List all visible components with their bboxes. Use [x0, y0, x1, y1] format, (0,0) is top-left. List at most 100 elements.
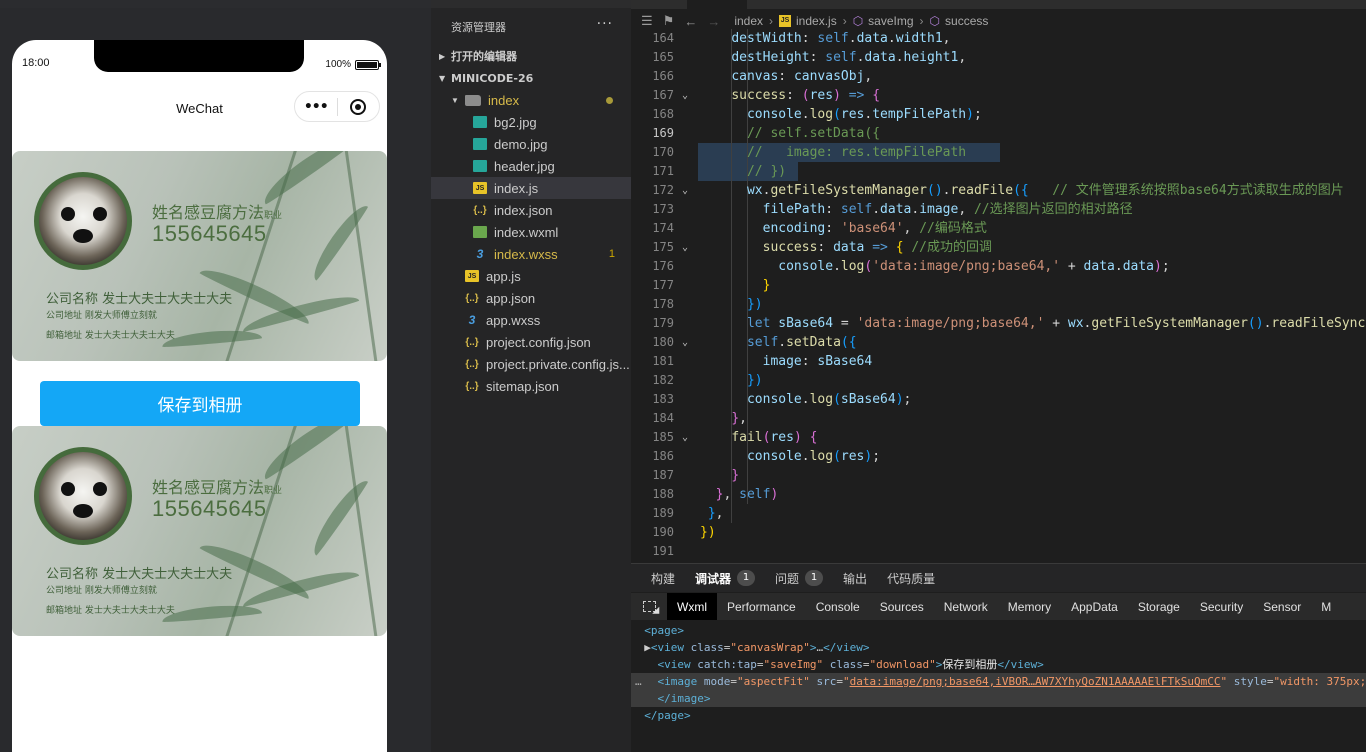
- panel-tabs: 构建 调试器 1 问题 1 输出 代码质量: [631, 564, 1366, 592]
- code-line[interactable]: 172 ⌄ wx.getFileSystemManager().readFile(…: [631, 181, 1366, 200]
- devtools-tab[interactable]: M: [1311, 593, 1341, 620]
- code-line[interactable]: 174 encoding: 'base64', //编码格式: [631, 219, 1366, 238]
- file-item[interactable]: 3 index.wxss 1: [431, 243, 631, 265]
- code-line[interactable]: 183 console.log(sBase64);: [631, 390, 1366, 409]
- code-line[interactable]: 167 ⌄ success: (res) => {: [631, 86, 1366, 105]
- node-menu-icon[interactable]: …: [635, 673, 642, 690]
- code-line[interactable]: 164 destWidth: self.data.width1,: [631, 29, 1366, 48]
- code-line[interactable]: 181 image: sBase64: [631, 352, 1366, 371]
- wxml-tree[interactable]: <page> ▶<view class="canvasWrap">…</view…: [631, 622, 1366, 724]
- folder-icon: [465, 94, 481, 106]
- list-icon[interactable]: ☰: [641, 13, 653, 29]
- project-section[interactable]: ▼ MINICODE-26: [431, 67, 631, 89]
- wxml-node[interactable]: <view catch:tap="saveImg" class="downloa…: [631, 656, 1366, 673]
- line-number: 167: [652, 88, 674, 102]
- fold-chevron-icon[interactable]: ⌄: [682, 333, 688, 352]
- back-arrow-icon[interactable]: ←: [684, 14, 697, 29]
- forward-arrow-icon[interactable]: →: [707, 14, 720, 29]
- file-item[interactable]: {..} sitemap.json: [431, 375, 631, 397]
- code-line[interactable]: 171 // }): [631, 162, 1366, 181]
- code-line[interactable]: 177 }: [631, 276, 1366, 295]
- code-line[interactable]: 187 }: [631, 466, 1366, 485]
- code-line[interactable]: 168 console.log(res.tempFilePath);: [631, 105, 1366, 124]
- chevron-right-icon: ›: [769, 14, 773, 28]
- panel-tab[interactable]: 代码质量: [887, 570, 935, 587]
- devtools-tab[interactable]: Storage: [1128, 593, 1190, 620]
- code-line[interactable]: 188 }, self): [631, 485, 1366, 504]
- wxml-node[interactable]: ▶<view class="canvasWrap">…</view>: [631, 639, 1366, 656]
- more-dots-icon[interactable]: •••: [295, 99, 337, 115]
- code-line[interactable]: 165 destHeight: self.data.height1,: [631, 48, 1366, 67]
- inspect-element-icon[interactable]: [631, 593, 667, 620]
- panel-tab[interactable]: 调试器 1: [695, 570, 756, 587]
- code-line[interactable]: 180 ⌄ self.setData({: [631, 333, 1366, 352]
- fold-chevron-icon[interactable]: ⌄: [682, 86, 688, 105]
- code-line[interactable]: 185 ⌄ fail(res) {: [631, 428, 1366, 447]
- devtools-tab[interactable]: Console: [806, 593, 870, 620]
- wxml-node[interactable]: </image>: [631, 690, 1366, 707]
- panel-tab[interactable]: 问题 1: [775, 570, 824, 587]
- code-line[interactable]: 178 }): [631, 295, 1366, 314]
- devtools-tab[interactable]: Sensor: [1253, 593, 1311, 620]
- panel-tab[interactable]: 构建: [651, 570, 675, 587]
- file-item[interactable]: JS app.js: [431, 265, 631, 287]
- file-item[interactable]: demo.jpg: [431, 133, 631, 155]
- code-line[interactable]: 189 },: [631, 504, 1366, 523]
- file-item[interactable]: JS index.js: [431, 177, 631, 199]
- bamboo-stem: [342, 151, 379, 361]
- panel-tab[interactable]: 输出: [843, 570, 867, 587]
- file-item[interactable]: {..} project.config.json: [431, 331, 631, 353]
- code-line[interactable]: 191: [631, 542, 1366, 561]
- devtools-tab[interactable]: Performance: [717, 593, 806, 620]
- code-line[interactable]: 170 // image: res.tempFilePath: [631, 143, 1366, 162]
- line-number: 172: [652, 183, 674, 197]
- breadcrumb-symbol[interactable]: success: [945, 14, 988, 28]
- devtools-tab[interactable]: Network: [934, 593, 998, 620]
- code-line[interactable]: 182 }): [631, 371, 1366, 390]
- line-number: 187: [652, 468, 674, 482]
- breadcrumb-method[interactable]: saveImg: [868, 14, 913, 28]
- code-line[interactable]: 173 filePath: self.data.image, //选择图片返回的…: [631, 200, 1366, 219]
- code-line[interactable]: 184 },: [631, 409, 1366, 428]
- save-to-album-button[interactable]: 保存到相册: [40, 381, 360, 426]
- devtools-tab[interactable]: Sources: [870, 593, 934, 620]
- file-item[interactable]: {..} app.json: [431, 287, 631, 309]
- file-item[interactable]: index.wxml: [431, 221, 631, 243]
- file-item[interactable]: header.jpg: [431, 155, 631, 177]
- explorer-title: 资源管理器: [451, 21, 506, 34]
- file-item[interactable]: bg2.jpg: [431, 111, 631, 133]
- file-name: project.private.config.js...: [486, 356, 630, 372]
- code-line[interactable]: 179 let sBase64 = 'data:image/png;base64…: [631, 314, 1366, 333]
- devtools-tab[interactable]: Security: [1190, 593, 1253, 620]
- breadcrumb-file[interactable]: index.js: [796, 14, 837, 28]
- devtools-tab[interactable]: Wxml: [667, 593, 717, 620]
- line-number: 182: [652, 373, 674, 387]
- code-line[interactable]: 176 console.log('data:image/png;base64,'…: [631, 257, 1366, 276]
- open-editors-section[interactable]: ▶ 打开的编辑器: [431, 45, 631, 67]
- code-line[interactable]: 190}): [631, 523, 1366, 542]
- json-file-icon: {..}: [473, 204, 487, 216]
- code-lines[interactable]: 164 destWidth: self.data.width1, 165 dest…: [631, 29, 1366, 561]
- code-line[interactable]: 175 ⌄ success: data => { //成功的回调: [631, 238, 1366, 257]
- code-line[interactable]: 186 console.log(res);: [631, 447, 1366, 466]
- wxml-node[interactable]: </page>: [631, 707, 1366, 724]
- bookmark-icon[interactable]: ⚑: [663, 13, 675, 29]
- code-line[interactable]: 169 // self.setData({: [631, 124, 1366, 143]
- wxml-node[interactable]: <image mode="aspectFit" src="data:image/…: [631, 673, 1366, 690]
- line-number: 164: [652, 31, 674, 45]
- more-actions-icon[interactable]: ···: [597, 16, 613, 32]
- fold-chevron-icon[interactable]: ⌄: [682, 181, 688, 200]
- devtools-tab[interactable]: AppData: [1061, 593, 1128, 620]
- status-time: 18:00: [22, 57, 50, 69]
- file-item[interactable]: {..} index.json: [431, 199, 631, 221]
- folder-index[interactable]: ▼ index: [431, 89, 631, 111]
- file-item[interactable]: 3 app.wxss: [431, 309, 631, 331]
- breadcrumb-folder[interactable]: index: [734, 14, 763, 28]
- wxml-node[interactable]: <page>: [631, 622, 1366, 639]
- file-item[interactable]: {..} project.private.config.js...: [431, 353, 631, 375]
- code-line[interactable]: 166 canvas: canvasObj,: [631, 67, 1366, 86]
- fold-chevron-icon[interactable]: ⌄: [682, 428, 688, 447]
- close-target-icon[interactable]: [337, 98, 379, 115]
- fold-chevron-icon[interactable]: ⌄: [682, 238, 688, 257]
- devtools-tab[interactable]: Memory: [998, 593, 1061, 620]
